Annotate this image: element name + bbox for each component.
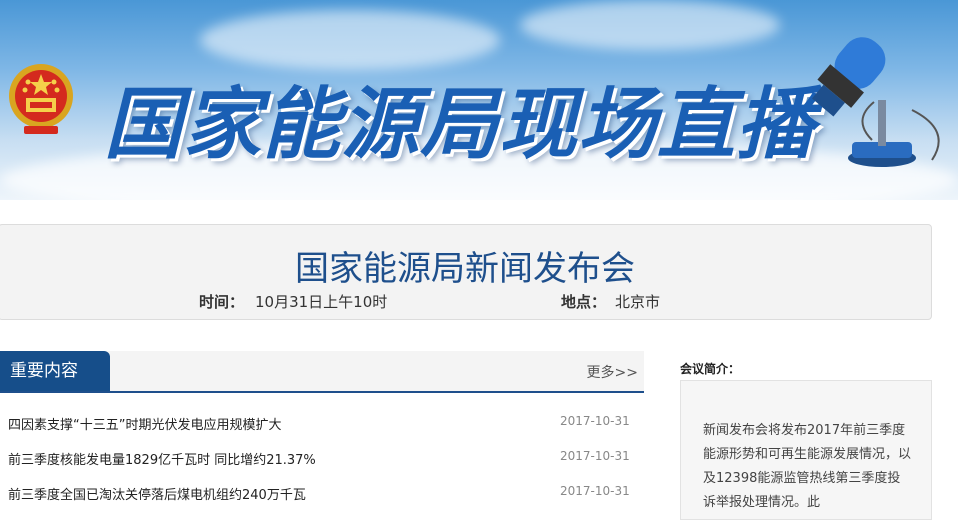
time-label: 时间： xyxy=(199,293,245,311)
more-link[interactable]: 更多>> xyxy=(587,362,638,382)
press-conference-panel: 国家能源局新闻发布会 时间： 10月31日上午10时 地点： 北京市 xyxy=(0,224,932,320)
place-label: 地点： xyxy=(561,293,607,311)
news-title-link[interactable]: 前三季度核能发电量1829亿千瓦时 同比增约21.37% xyxy=(8,449,316,468)
banner-cloud xyxy=(520,0,780,50)
news-title-link[interactable]: 四因素支撑“十三五”时期光伏发电应用规模扩大 xyxy=(8,414,281,433)
news-title-link[interactable]: 前三季度全国已淘汰关停落后煤电机组约240万千瓦 xyxy=(8,484,306,503)
list-item: 前三季度全国已淘汰关停落后煤电机组约240万千瓦 2017-10-31 xyxy=(0,474,644,509)
intro-text: 新闻发布会将发布2017年前三季度能源形势和可再生能源发展情况，以及12398能… xyxy=(703,423,912,510)
banner-title: 国家能源局现场直播 xyxy=(104,80,816,170)
tab-key-contents[interactable]: 重要内容 xyxy=(0,351,110,391)
news-date: 2017-10-31 xyxy=(560,414,630,428)
intro-label: 会议简介： xyxy=(680,362,741,376)
key-contents-header: 重要内容 更多>> xyxy=(0,351,644,393)
banner-cloud xyxy=(200,10,500,70)
header-banner: 国家能源局现场直播 xyxy=(0,0,958,200)
place-value: 北京市 xyxy=(615,293,661,311)
national-emblem-icon xyxy=(9,64,73,134)
press-title: 国家能源局新闻发布会 xyxy=(295,249,635,289)
list-item: 四因素支撑“十三五”时期光伏发电应用规模扩大 2017-10-31 xyxy=(0,404,644,439)
intro-panel: 新闻发布会将发布2017年前三季度能源形势和可再生能源发展情况，以及12398能… xyxy=(680,380,932,520)
news-date: 2017-10-31 xyxy=(560,449,630,463)
news-date: 2017-10-31 xyxy=(560,484,630,498)
microphone-icon xyxy=(812,37,940,167)
list-item: 前三季度核能发电量1829亿千瓦时 同比增约21.37% 2017-10-31 xyxy=(0,439,644,474)
time-value: 10月31日上午10时 xyxy=(255,293,388,311)
news-list: 四因素支撑“十三五”时期光伏发电应用规模扩大 2017-10-31 前三季度核能… xyxy=(0,404,644,509)
